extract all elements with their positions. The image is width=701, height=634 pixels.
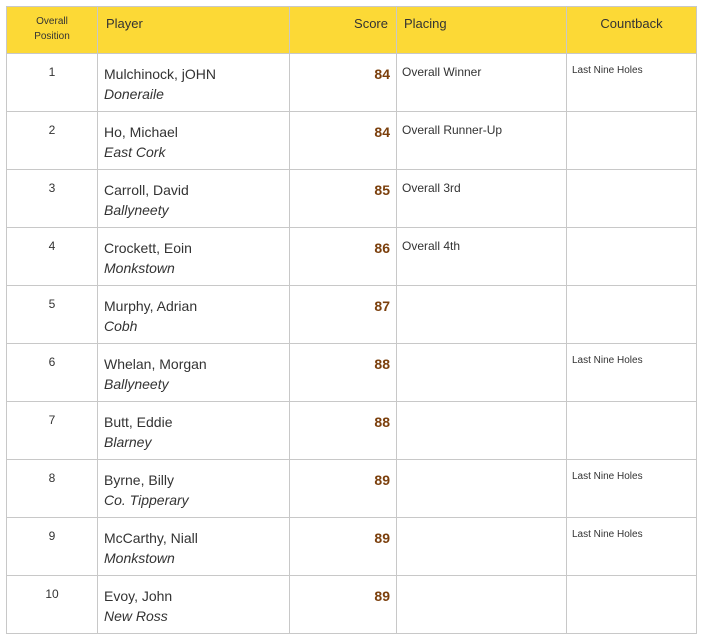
player-club: Blarney	[104, 434, 152, 450]
countback-cell	[566, 285, 697, 344]
column-header-countback[interactable]: Countback	[566, 6, 697, 54]
countback-cell: Last Nine Holes	[566, 343, 697, 402]
player-cell: Byrne, Billy Co. Tipperary	[97, 459, 290, 518]
countback-cell: Last Nine Holes	[566, 517, 697, 576]
column-header-position-line2: Position	[34, 31, 70, 42]
player-name[interactable]: Crockett, Eoin	[104, 238, 289, 258]
player-name[interactable]: Butt, Eddie	[104, 412, 289, 432]
score-cell: 86	[289, 227, 397, 286]
countback-cell: Last Nine Holes	[566, 459, 697, 518]
player-cell: Carroll, David Ballyneety	[97, 169, 290, 228]
player-cell: Crockett, Eoin Monkstown	[97, 227, 290, 286]
column-header-player[interactable]: Player	[97, 6, 290, 54]
results-table-container: Overall Position Player Score Placing Co…	[6, 6, 697, 634]
column-header-position[interactable]: Overall Position	[6, 6, 98, 54]
player-name[interactable]: Byrne, Billy	[104, 470, 289, 490]
table-header-row: Overall Position Player Score Placing Co…	[6, 6, 697, 54]
player-name[interactable]: Murphy, Adrian	[104, 296, 289, 316]
player-club: Co. Tipperary	[104, 492, 189, 508]
table-row: 2 Ho, Michael East Cork 84 Overall Runner-Up	[6, 111, 697, 170]
player-cell: Whelan, Morgan Ballyneety	[97, 343, 290, 402]
player-name[interactable]: Whelan, Morgan	[104, 354, 289, 374]
column-header-score[interactable]: Score	[289, 6, 397, 54]
player-cell: McCarthy, Niall Monkstown	[97, 517, 290, 576]
score-cell: 84	[289, 53, 397, 112]
score-cell: 87	[289, 285, 397, 344]
position-cell: 4	[6, 227, 98, 286]
position-cell: 9	[6, 517, 98, 576]
table-row: 3 Carroll, David Ballyneety 85 Overall 3rd	[6, 169, 697, 228]
score-cell: 89	[289, 459, 397, 518]
position-cell: 5	[6, 285, 98, 344]
placing-cell: Overall Runner-Up	[396, 111, 567, 170]
position-cell: 6	[6, 343, 98, 402]
column-header-position-line1: Overall	[36, 16, 68, 27]
countback-cell	[566, 575, 697, 634]
table-row: 7 Butt, Eddie Blarney 88	[6, 401, 697, 460]
player-name[interactable]: Ho, Michael	[104, 122, 289, 142]
score-cell: 89	[289, 575, 397, 634]
score-cell: 88	[289, 401, 397, 460]
score-cell: 84	[289, 111, 397, 170]
results-table: Overall Position Player Score Placing Co…	[6, 6, 697, 634]
player-club: Ballyneety	[104, 202, 169, 218]
placing-cell	[396, 285, 567, 344]
placing-cell	[396, 575, 567, 634]
player-club: Monkstown	[104, 260, 175, 276]
countback-cell	[566, 227, 697, 286]
placing-cell	[396, 343, 567, 402]
countback-cell	[566, 111, 697, 170]
placing-cell	[396, 459, 567, 518]
score-cell: 85	[289, 169, 397, 228]
player-name[interactable]: Carroll, David	[104, 180, 289, 200]
player-club: East Cork	[104, 144, 166, 160]
placing-cell: Overall 4th	[396, 227, 567, 286]
placing-cell	[396, 517, 567, 576]
table-row: 6 Whelan, Morgan Ballyneety 88 Last Nine Hol…	[6, 343, 697, 402]
player-cell: Mulchinock, jOHN Doneraile	[97, 53, 290, 112]
player-club: Ballyneety	[104, 376, 169, 392]
position-cell: 10	[6, 575, 98, 634]
score-cell: 88	[289, 343, 397, 402]
player-name[interactable]: McCarthy, Niall	[104, 528, 289, 548]
player-club: Doneraile	[104, 86, 164, 102]
table-row: 5 Murphy, Adrian Cobh 87	[6, 285, 697, 344]
player-cell: Evoy, John New Ross	[97, 575, 290, 634]
player-name[interactable]: Evoy, John	[104, 586, 289, 606]
placing-cell	[396, 401, 567, 460]
table-row: 10 Evoy, John New Ross 89	[6, 575, 697, 634]
column-header-placing[interactable]: Placing	[396, 6, 567, 54]
player-club: Monkstown	[104, 550, 175, 566]
player-club: Cobh	[104, 318, 138, 334]
table-row: 1 Mulchinock, jOHN Doneraile 84 Overall Winn…	[6, 53, 697, 112]
table-row: 4 Crockett, Eoin Monkstown 86 Overall 4th	[6, 227, 697, 286]
player-cell: Ho, Michael East Cork	[97, 111, 290, 170]
player-name[interactable]: Mulchinock, jOHN	[104, 64, 289, 84]
countback-cell: Last Nine Holes	[566, 53, 697, 112]
player-cell: Murphy, Adrian Cobh	[97, 285, 290, 344]
position-cell: 3	[6, 169, 98, 228]
placing-cell: Overall 3rd	[396, 169, 567, 228]
score-cell: 89	[289, 517, 397, 576]
countback-cell	[566, 401, 697, 460]
position-cell: 7	[6, 401, 98, 460]
table-row: 8 Byrne, Billy Co. Tipperary 89 Last Nine Ho…	[6, 459, 697, 518]
player-club: New Ross	[104, 608, 168, 624]
position-cell: 8	[6, 459, 98, 518]
placing-cell: Overall Winner	[396, 53, 567, 112]
position-cell: 1	[6, 53, 98, 112]
player-cell: Butt, Eddie Blarney	[97, 401, 290, 460]
position-cell: 2	[6, 111, 98, 170]
table-row: 9 McCarthy, Niall Monkstown 89 Last Nine Hol…	[6, 517, 697, 576]
countback-cell	[566, 169, 697, 228]
